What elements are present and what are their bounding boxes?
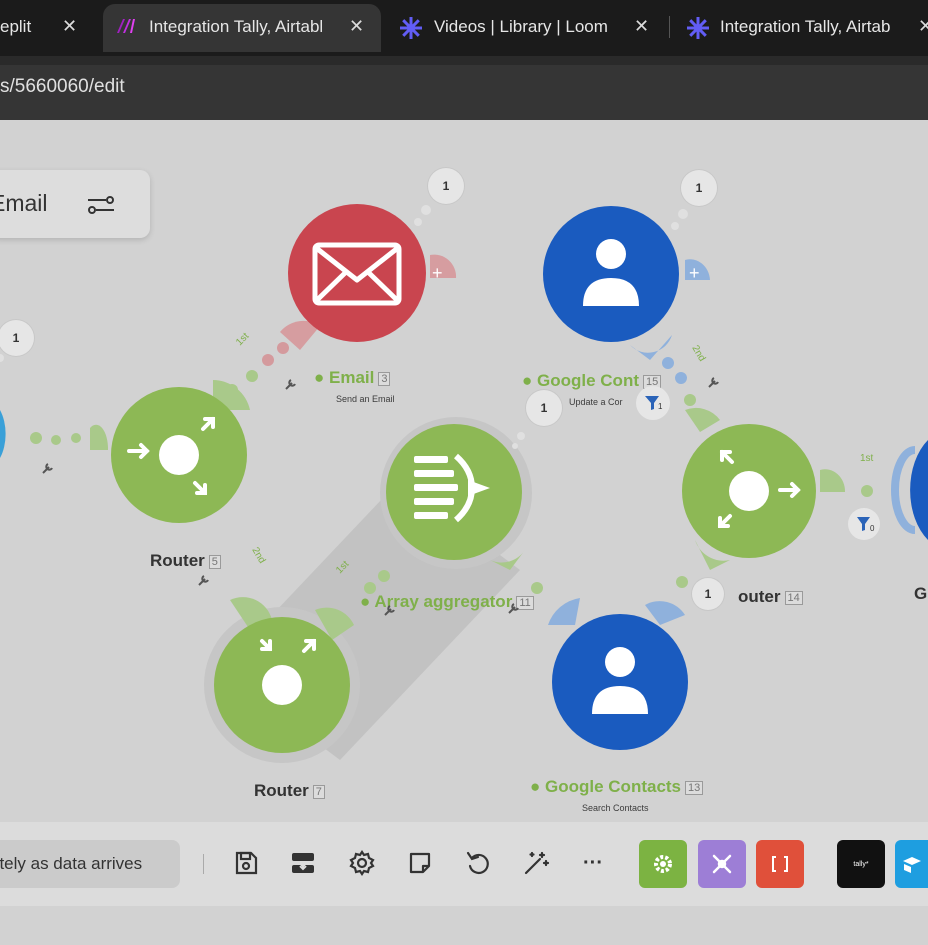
tab-integration-tally-active[interactable]: Integration Tally, Airtabl ✕ xyxy=(103,4,381,52)
google-contacts-update-module[interactable] xyxy=(543,206,679,342)
router-7-label: Router 7 xyxy=(254,781,325,801)
tab-label: Integration Tally, Airtab xyxy=(720,17,891,36)
module-name: Google Cont xyxy=(537,371,639,390)
toolbar-divider xyxy=(203,854,204,874)
airtable-app-button[interactable] xyxy=(895,840,928,888)
filter-chip-label: Email xyxy=(0,190,48,216)
close-tab-icon[interactable]: ✕ xyxy=(349,16,364,37)
module-id: 13 xyxy=(685,780,704,795)
gear-icon xyxy=(654,855,672,873)
google-contacts-update-action: Update a Cor xyxy=(569,397,623,407)
flow-control-icon xyxy=(712,854,732,874)
settings-sliders-icon[interactable] xyxy=(86,193,116,217)
loom-icon xyxy=(686,16,710,45)
router-7-module[interactable] xyxy=(214,617,350,753)
array-aggregator-module[interactable] xyxy=(386,424,522,560)
close-tab-icon[interactable]: ✕ xyxy=(918,16,928,37)
tab-label: Videos | Library | Loom xyxy=(434,17,608,36)
module-name: Router xyxy=(254,781,309,800)
module-id: 7 xyxy=(312,784,325,799)
json-app-button[interactable] xyxy=(756,840,804,888)
operation-count-bubble[interactable]: 1 xyxy=(681,170,717,206)
google-contacts-search-module[interactable] xyxy=(552,614,688,750)
json-icon xyxy=(772,856,788,872)
scenario-toolbar: ately as data arrives ··· tally* xyxy=(0,822,928,906)
module-name: Email xyxy=(329,368,375,387)
aggregator-icon xyxy=(414,453,490,523)
address-bar-top-strip xyxy=(0,56,928,65)
envelope-icon xyxy=(312,242,402,306)
notes-icon[interactable] xyxy=(406,849,434,877)
tools-app-button[interactable] xyxy=(639,840,687,888)
save-icon[interactable] xyxy=(232,849,260,877)
wrench-icon[interactable] xyxy=(196,572,212,588)
schedule-setting[interactable]: ately as data arrives xyxy=(0,840,180,888)
arrows-icon xyxy=(260,639,316,653)
email-module[interactable] xyxy=(288,204,426,342)
airtable-icon xyxy=(902,857,921,873)
person-icon xyxy=(583,239,639,306)
browser-tab-bar: eplit ✕ Integration Tally, Airtabl ✕ Vid… xyxy=(0,0,928,56)
address-url[interactable]: s/5660060/edit xyxy=(0,76,125,98)
route-label: 1st xyxy=(860,453,874,464)
add-module-contacts-icon[interactable]: + xyxy=(689,263,700,284)
wrench-icon[interactable] xyxy=(283,376,299,392)
operation-count-bubble[interactable]: 1 xyxy=(428,168,464,204)
wrench-icon[interactable] xyxy=(706,374,722,390)
operation-count-bubble[interactable]: 1 xyxy=(526,390,562,426)
address-bar[interactable]: s/5660060/edit xyxy=(0,56,928,120)
filter-funnel-icon[interactable]: 0 xyxy=(848,508,880,540)
tab-integration-tally-2[interactable]: Integration Tally, Airtab ✕ xyxy=(672,4,928,52)
google-contacts-search-action: Search Contacts xyxy=(582,803,649,813)
filter-chip[interactable]: Email xyxy=(0,170,150,238)
wrench-icon[interactable] xyxy=(506,600,522,616)
loom-icon xyxy=(399,16,423,45)
module-id: 5 xyxy=(208,554,221,569)
email-module-action: Send an Email xyxy=(336,394,395,404)
module-name: Google Contacts xyxy=(545,777,682,796)
tab-divider xyxy=(669,16,670,38)
magic-wand-icon[interactable] xyxy=(522,849,550,877)
undo-icon[interactable] xyxy=(464,849,492,877)
email-module-label: ● Email 3 xyxy=(314,368,391,388)
settings-icon[interactable] xyxy=(348,849,376,877)
router-5-label: Router 5 xyxy=(150,551,221,571)
auto-align-icon[interactable] xyxy=(289,849,317,877)
module-id: 14 xyxy=(784,590,803,605)
scenario-canvas[interactable]: Email 1 1 1 1 1 + ● Email3 Send an Email… xyxy=(0,120,928,945)
tally-logo: tally* xyxy=(853,860,869,868)
tab-replit[interactable]: eplit ✕ xyxy=(0,4,100,52)
offscreen-module-label: G xyxy=(914,584,928,603)
filter-funnel-icon[interactable]: 1 xyxy=(636,386,670,420)
module-id: 3 xyxy=(378,371,391,386)
flow-control-app-button[interactable] xyxy=(698,840,746,888)
contacts-link-dots xyxy=(662,357,687,384)
wrench-icon[interactable] xyxy=(40,460,56,476)
more-options-icon[interactable]: ··· xyxy=(583,852,603,875)
person-icon xyxy=(592,647,648,714)
filter-count: 0 xyxy=(870,524,875,533)
arrows-icon xyxy=(127,417,215,495)
router-14-label: outer 14 xyxy=(738,587,803,607)
wrench-icon[interactable] xyxy=(382,602,398,618)
tab-loom-library[interactable]: Videos | Library | Loom ✕ xyxy=(384,4,664,52)
add-module-email-icon[interactable]: + xyxy=(432,263,443,284)
module-name: outer xyxy=(738,587,781,606)
operation-count-bubble[interactable]: 1 xyxy=(692,578,724,610)
email-link-dots xyxy=(262,342,289,366)
router-5-module[interactable] xyxy=(111,387,247,523)
tally-app-button[interactable]: tally* xyxy=(837,840,885,888)
module-name: Router xyxy=(150,551,205,570)
filter-count: 1 xyxy=(658,402,663,411)
arrows-icon xyxy=(718,450,801,528)
schedule-setting-label: ately as data arrives xyxy=(0,854,143,873)
tab-label: Integration Tally, Airtabl xyxy=(149,17,324,36)
google-contacts-search-label: ● Google Contacts 13 xyxy=(530,777,704,797)
close-tab-icon[interactable]: ✕ xyxy=(62,16,77,37)
router-14-module[interactable] xyxy=(682,424,816,558)
make-logo-icon xyxy=(115,18,137,39)
close-tab-icon[interactable]: ✕ xyxy=(634,16,649,37)
tab-label: eplit xyxy=(0,17,32,36)
